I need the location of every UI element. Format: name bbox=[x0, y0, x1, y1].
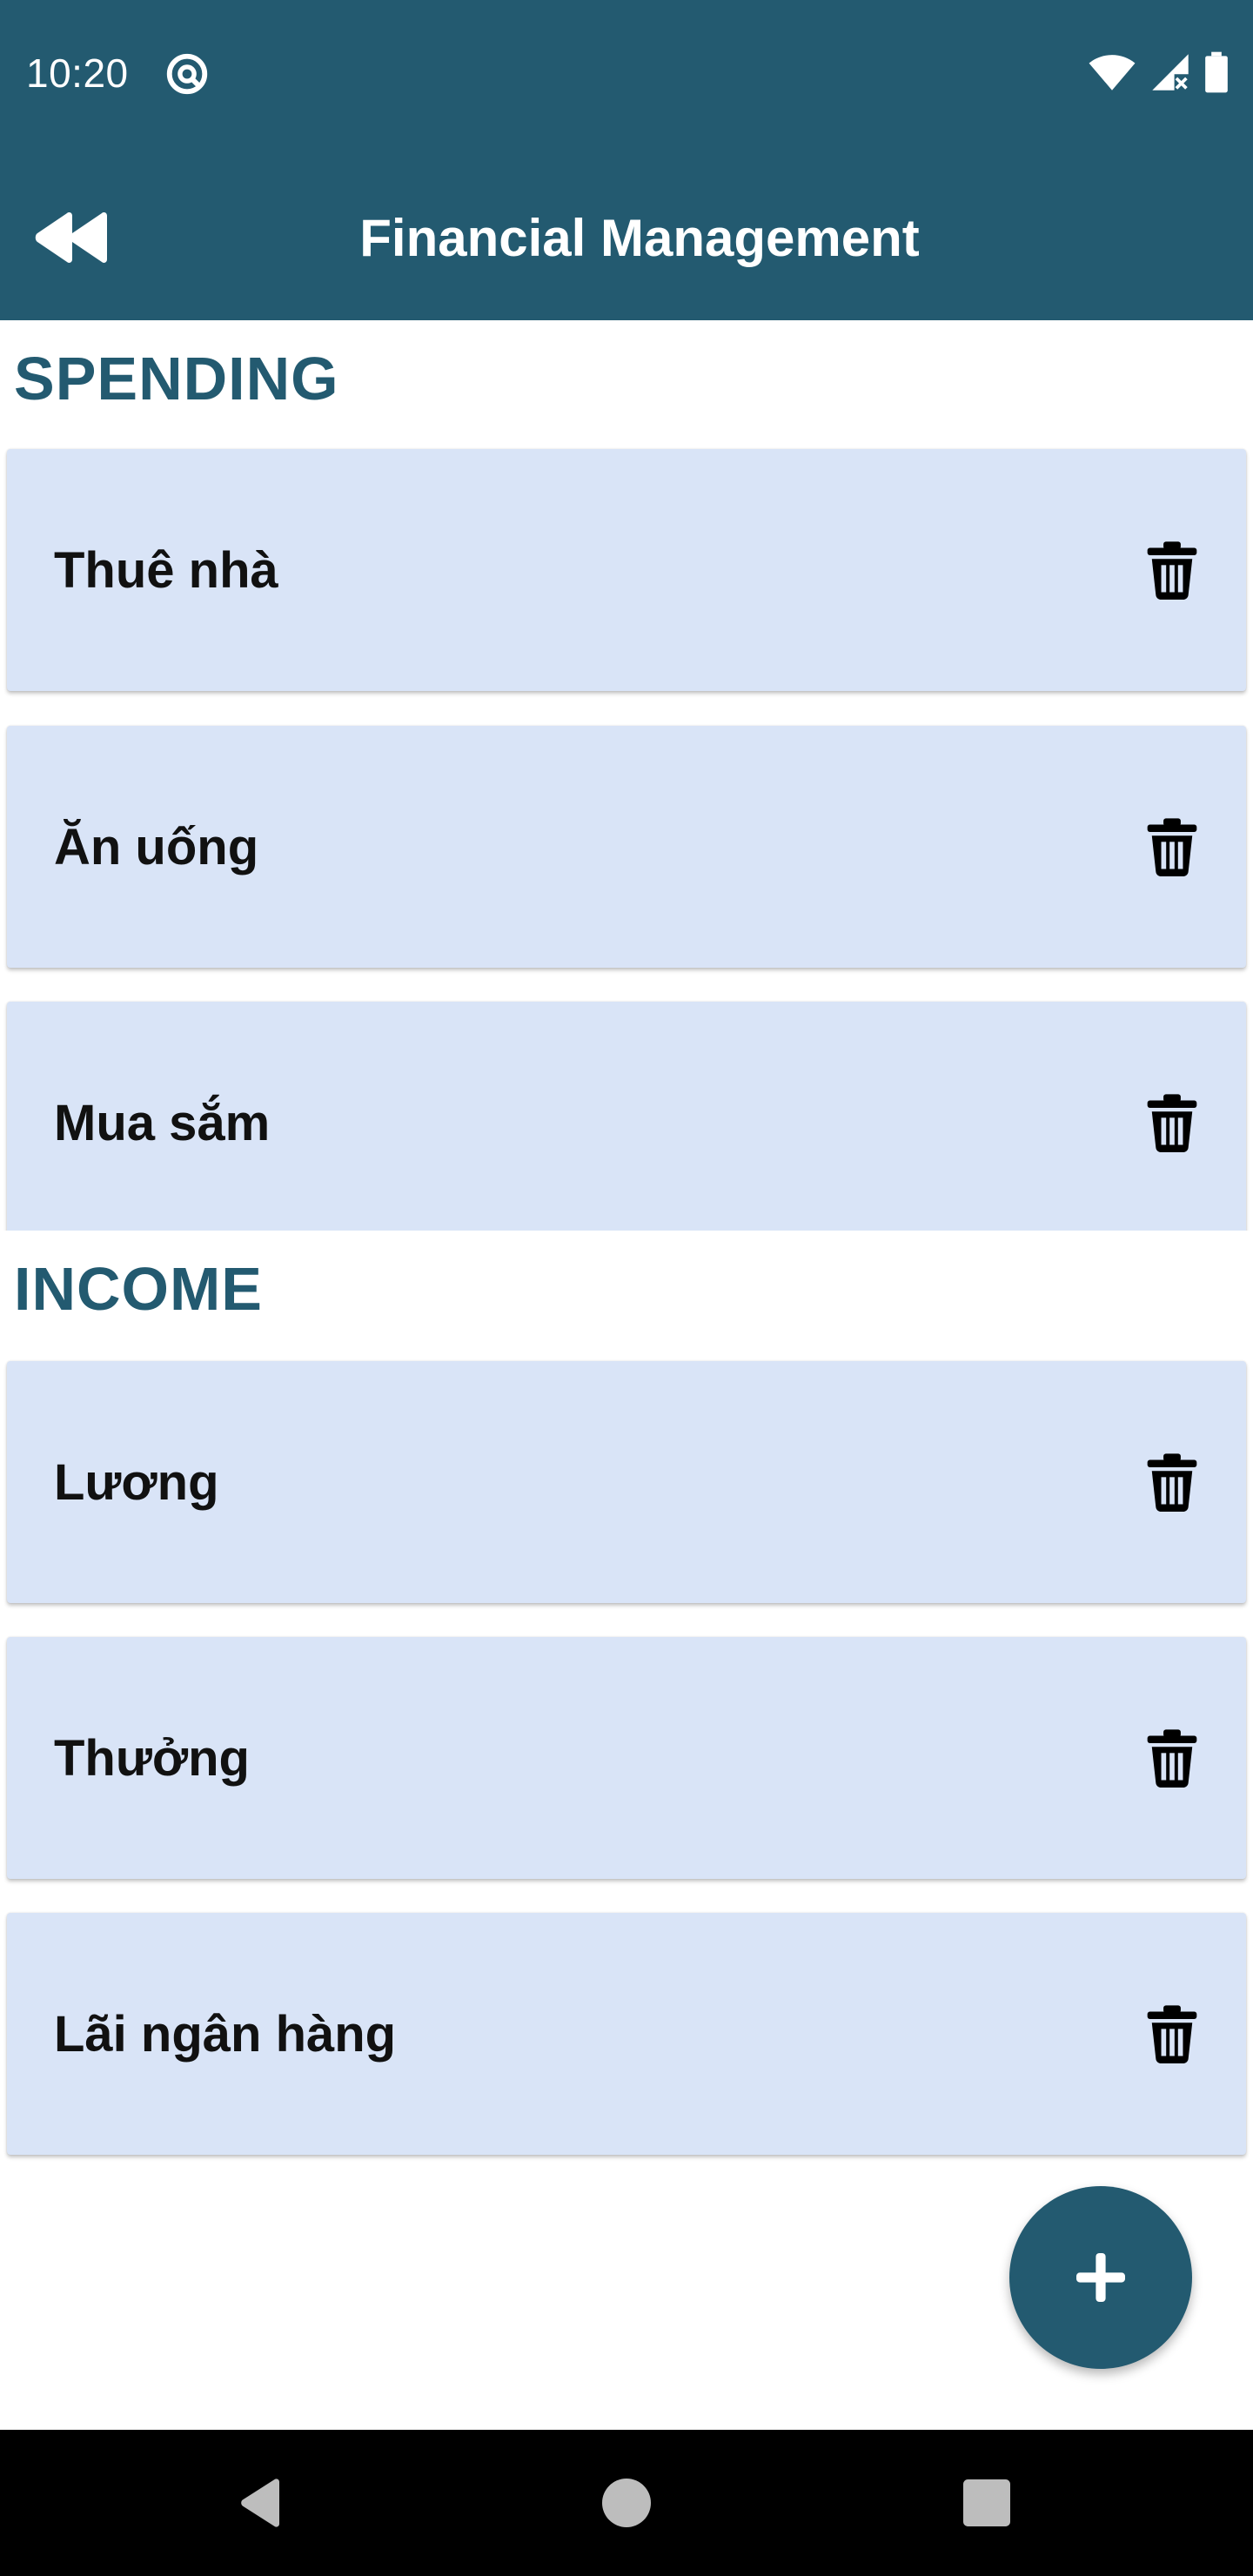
section-title-income: INCOME bbox=[14, 1255, 263, 1323]
trash-icon[interactable] bbox=[1147, 2004, 1197, 2063]
cell-signal-icon bbox=[1152, 54, 1189, 91]
back-triangle-icon bbox=[241, 2479, 279, 2527]
plus-icon bbox=[1076, 2253, 1125, 2302]
income-item-salary[interactable]: Lương bbox=[7, 1361, 1246, 1603]
navigation-bar bbox=[0, 2430, 1253, 2576]
do-not-disturb-icon bbox=[166, 53, 208, 95]
nav-home-button[interactable] bbox=[590, 2466, 663, 2539]
spending-item-rent[interactable]: Thuê nhà bbox=[7, 449, 1246, 691]
category-label: Lãi ngân hàng bbox=[54, 2005, 397, 2063]
toolbar: Financial Management bbox=[0, 146, 1253, 320]
trash-icon[interactable] bbox=[1147, 1452, 1197, 1512]
category-label: Ăn uống bbox=[54, 818, 259, 875]
status-time: 10:20 bbox=[26, 50, 129, 96]
category-label: Thuê nhà bbox=[54, 541, 278, 599]
trash-icon[interactable] bbox=[1147, 1728, 1197, 1788]
page-title: Financial Management bbox=[359, 209, 920, 267]
status-icons bbox=[1088, 49, 1229, 96]
income-item-bonus[interactable]: Thưởng bbox=[7, 1637, 1246, 1879]
trash-icon[interactable] bbox=[1147, 1093, 1197, 1152]
category-label: Mua sắm bbox=[54, 1094, 271, 1151]
income-item-bank-interest[interactable]: Lãi ngân hàng bbox=[7, 1913, 1246, 2155]
home-circle-icon bbox=[602, 2479, 651, 2527]
spending-item-shopping[interactable]: Mua sắm bbox=[7, 1002, 1246, 1231]
trash-icon[interactable] bbox=[1147, 817, 1197, 876]
category-label: Thưởng bbox=[54, 1729, 250, 1787]
spending-item-food[interactable]: Ăn uống bbox=[7, 726, 1246, 968]
battery-icon bbox=[1205, 51, 1228, 93]
wifi-icon bbox=[1089, 55, 1136, 91]
app-screen: 10:20 Financial Management SPENDING Thuê… bbox=[0, 0, 1253, 2576]
spending-list[interactable]: Thuê nhà Ăn uống Mua sắm bbox=[0, 435, 1253, 1231]
status-bar: 10:20 bbox=[0, 0, 1253, 146]
nav-back-button[interactable] bbox=[224, 2466, 298, 2539]
section-title-spending: SPENDING bbox=[14, 345, 339, 413]
category-label: Lương bbox=[54, 1453, 219, 1511]
add-category-button[interactable] bbox=[1009, 2186, 1192, 2369]
recents-square-icon bbox=[963, 2479, 1010, 2526]
trash-icon[interactable] bbox=[1147, 540, 1197, 600]
nav-recents-button[interactable] bbox=[950, 2466, 1023, 2539]
